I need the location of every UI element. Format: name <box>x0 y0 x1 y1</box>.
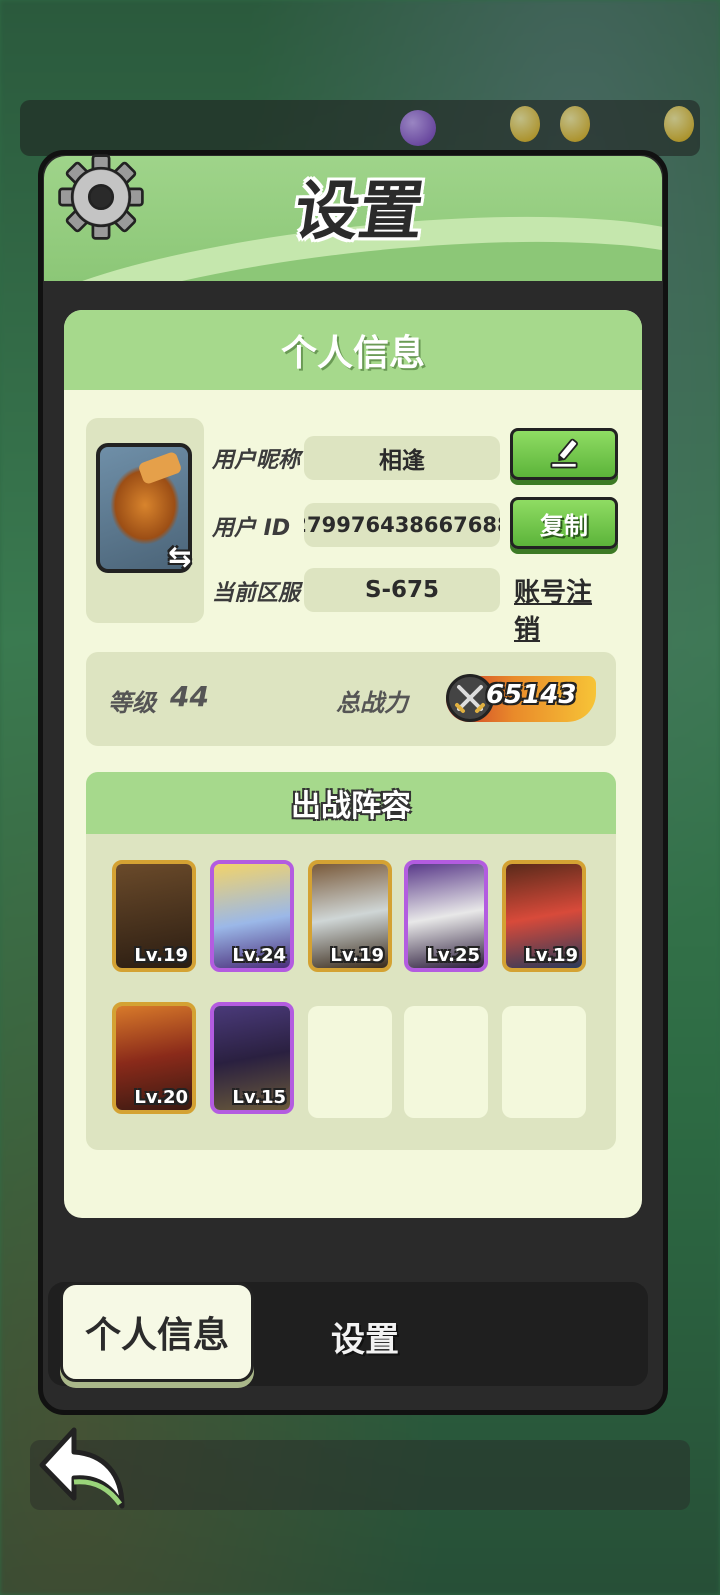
nickname-label: 用户昵称 <box>212 448 301 473</box>
back-arrow-icon[interactable] <box>34 1420 134 1515</box>
hero-level: Lv.24 <box>232 945 286 966</box>
hero-level: Lv.19 <box>524 945 578 966</box>
hero-slot[interactable]: Lv.25 <box>404 860 488 972</box>
level-label: 等级 <box>108 689 156 717</box>
hero-level: Lv.19 <box>330 945 384 966</box>
hero-level: Lv.15 <box>232 1087 286 1108</box>
nickname-field: 相逢 <box>304 436 500 480</box>
background-coin-icon <box>560 106 590 142</box>
empty-hero-slot[interactable] <box>308 1006 392 1118</box>
copy-button[interactable]: 复制 <box>510 497 618 549</box>
hero-slot[interactable]: Lv.19 <box>112 860 196 972</box>
background-gem-icon <box>400 110 436 146</box>
edit-nickname-button[interactable] <box>510 428 618 480</box>
hero-slot[interactable]: Lv.24 <box>210 860 294 972</box>
power-value: 65143 <box>486 680 577 710</box>
tab-profile[interactable]: 个人信息 <box>60 1282 254 1382</box>
background-resource-bar <box>20 100 700 156</box>
edit-icon <box>550 438 578 469</box>
server-field: S-675 <box>304 568 500 612</box>
hero-level: Lv.19 <box>134 945 188 966</box>
tab-settings[interactable]: 设置 <box>300 1306 430 1366</box>
background-coin-icon <box>664 106 694 142</box>
profile-card-title: 个人信息 <box>64 310 642 390</box>
server-label: 当前区服 <box>212 581 301 606</box>
empty-hero-slot[interactable] <box>404 1006 488 1118</box>
hero-level: Lv.20 <box>134 1087 188 1108</box>
hero-slot[interactable]: Lv.19 <box>502 860 586 972</box>
background-coin-icon <box>510 106 540 142</box>
hero-slot[interactable]: Lv.15 <box>210 1002 294 1114</box>
delete-account-link[interactable]: 账号注销 <box>514 572 614 646</box>
hero-level: Lv.25 <box>426 945 480 966</box>
userid-field: 72799764386676886 <box>304 503 500 547</box>
level-value: 44 <box>170 680 209 713</box>
empty-hero-slot[interactable] <box>502 1006 586 1118</box>
lineup-title: 出战阵容 <box>86 772 616 834</box>
swap-icon[interactable]: ⇆ <box>168 540 198 574</box>
hero-slot[interactable]: Lv.20 <box>112 1002 196 1114</box>
hero-slot[interactable]: Lv.19 <box>308 860 392 972</box>
power-label: 总战力 <box>336 689 408 717</box>
userid-label: 用户 ID <box>212 516 291 541</box>
gear-icon <box>58 154 144 240</box>
